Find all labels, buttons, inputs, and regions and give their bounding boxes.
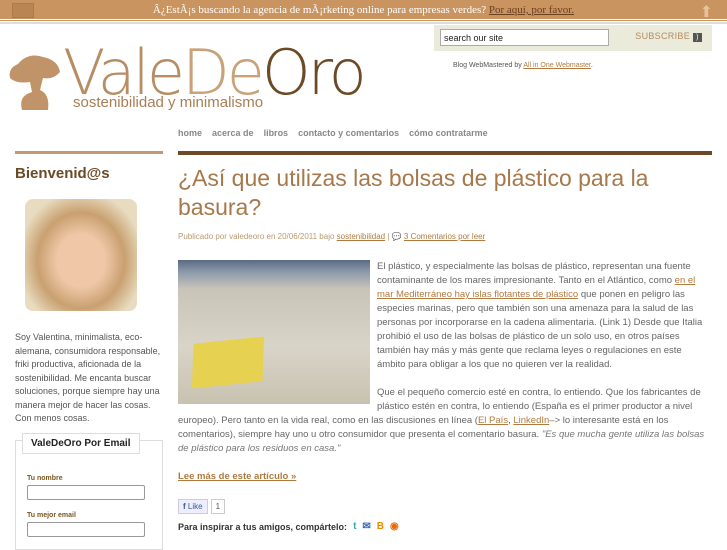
like-label: Like [187,502,203,511]
category-link[interactable]: sostenibilidad [337,232,385,241]
comments-link[interactable]: 3 Comentarios por leer [404,232,485,241]
twitter-icon[interactable]: t [353,521,356,532]
linkedin-link[interactable]: LinkedIn [513,415,549,426]
sidebar: Bienvenid@s Soy Valentina, minimalista, … [15,151,163,550]
name-label: Tu nombre [27,474,63,482]
author-photo [25,199,137,311]
post-meta: Publicado por valedeoro en 20/06/2011 ba… [178,232,712,241]
like-count: 1 [210,499,226,514]
email-label: Tu mejor email [27,511,76,519]
subscribe-link[interactable]: SUBSCRIBE) [635,31,702,42]
top-notification-bar: Â¿EstÃ¡s buscando la agencia de mÃ¡rketi… [0,0,727,22]
bonsai-logo-icon [9,55,60,110]
notification-text: Â¿EstÃ¡s buscando la agencia de mÃ¡rketi… [152,4,487,16]
nav-contacto[interactable]: contacto y comentarios [298,128,399,138]
facebook-like-button[interactable]: f Like [178,499,208,514]
blogger-icon[interactable]: B [377,521,384,532]
post-body: El plástico, y especialmente las bolsas … [178,260,712,470]
email-form-title: ValeDeOro Por Email [22,432,140,454]
read-more-link[interactable]: Lee más de este artículo » [178,471,296,482]
subscribe-label: SUBSCRIBE [635,31,690,41]
p1-text-2: que ponen en peligro las especies marina… [377,289,703,370]
share-bar: Para inspirar a tus amigos, compártelo: … [178,521,399,532]
main-nav: home acerca de libros contacto y comentario… [178,128,498,138]
facebook-icon: f [183,502,186,511]
collapse-arrow-icon[interactable]: ⬆ [700,2,713,22]
meta-text: Publicado por valedeoro en 20/06/2011 ba… [178,232,335,241]
logo-tagline: sostenibilidad y minimalismo [73,94,264,111]
like-widget: f Like 1 [178,499,226,514]
nav-home[interactable]: home [178,128,202,138]
email-signup-form: ValeDeOro Por Email Tu nombre Tu mejor e… [15,432,163,550]
webmaster-credit: Blog WebMastered by All in One Webmaster… [453,62,593,69]
notification-link[interactable]: Por aquí, por favor. [489,4,574,16]
post: ¿Así que utilizas las bolsas de plástico… [178,151,712,532]
post-title[interactable]: ¿Así que utilizas las bolsas de plástico… [178,164,712,222]
image-spacer [178,260,377,410]
nav-libros[interactable]: libros [264,128,289,138]
credit-suffix: . [590,62,593,69]
email-input[interactable] [27,521,145,537]
email-share-icon[interactable]: ✉ [362,521,370,532]
p1-text: El plástico, y especialmente las bolsas … [377,261,691,286]
logo-oro: Oro [261,36,367,109]
name-input[interactable] [27,484,145,500]
share-label: Para inspirar a tus amigos, compártelo: [178,521,348,532]
nav-contratarme[interactable]: cómo contratarme [409,128,488,138]
author-bio: Soy Valentina, minimalista, eco-alemana,… [15,332,161,423]
search-area: SUBSCRIBE) [434,25,712,51]
nav-acerca-de[interactable]: acerca de [212,128,254,138]
webmaster-link[interactable]: All in One Webmaster [523,62,591,69]
meta-separator: | [387,232,390,241]
el-pais-link[interactable]: El País [478,415,508,426]
sidebar-title: Bienvenid@s [15,165,110,182]
rss-icon: ) [693,33,702,42]
search-input[interactable] [440,29,609,46]
rss-share-icon[interactable]: ◉ [390,521,399,532]
credit-text: Blog WebMastered by [453,62,522,69]
comment-icon: 💬 [391,232,402,241]
